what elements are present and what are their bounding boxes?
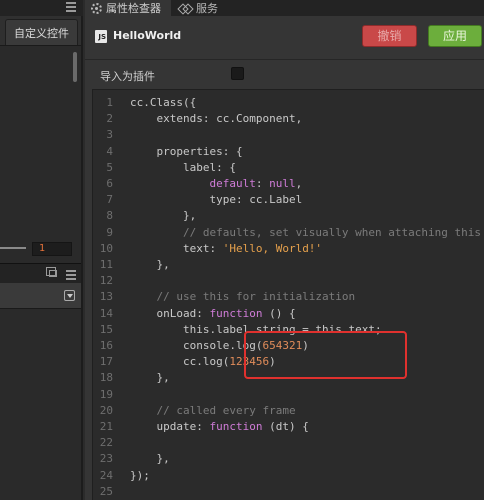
tab-services-label: 服务 (196, 2, 218, 15)
code-line[interactable]: 21 update: function (dt) { (93, 419, 484, 435)
line-number: 8 (106, 209, 113, 223)
code-line[interactable]: 1 cc.Class({ (93, 95, 484, 111)
number-field[interactable]: 1 (32, 242, 72, 256)
code-text: extends: cc.Component, (130, 112, 303, 126)
code-line[interactable]: 6 default: null, (93, 176, 484, 192)
code-text: properties: { (130, 144, 243, 158)
highlight-annotation-box (244, 331, 407, 379)
import-plugin-checkbox[interactable] (231, 67, 244, 80)
left-panel: 自定义控件 1 (0, 0, 83, 500)
line-number: 3 (106, 128, 113, 142)
tab-services[interactable]: 服务 (173, 0, 233, 16)
code-line[interactable]: 10 text: 'Hello, World!' (93, 241, 484, 257)
code-line[interactable]: 4 properties: { (93, 144, 484, 160)
code-line[interactable]: 8 }, (93, 208, 484, 224)
import-plugin-row: 导入为插件 (85, 61, 484, 89)
code-text: default: null, (209, 177, 303, 190)
left-panel-content (0, 45, 81, 263)
tab-inspector[interactable]: 属性检查器 (85, 0, 171, 16)
code-line[interactable]: 3 (93, 127, 484, 143)
code-line[interactable]: 20 // called every frame (93, 403, 484, 419)
code-line[interactable]: 2 extends: cc.Component, (93, 111, 484, 127)
code-text: cc.Class({ (130, 96, 197, 109)
code-line[interactable]: 24}); (93, 468, 484, 484)
line-number: 13 (99, 290, 113, 304)
code-text: // defaults, set visually when attaching… (182, 225, 481, 239)
code-text: }); (130, 468, 150, 482)
code-line[interactable]: 19 (93, 387, 484, 403)
line-number: 1 (106, 96, 113, 109)
dropdown-icon[interactable] (64, 290, 75, 301)
line-number: 23 (99, 452, 113, 466)
code-line[interactable]: 9 // defaults, set visually when attachi… (93, 225, 484, 241)
inspector-panel: 属性检查器 服务 JS HelloWorld 撤销 应用 导入为插件 1 cc.C… (85, 0, 484, 500)
code-text: text: 'Hello, World!' (130, 241, 323, 255)
import-plugin-label: 导入为插件 (100, 70, 155, 83)
code-text: update: function (dt) { (130, 420, 309, 433)
line-number: 22 (99, 436, 113, 450)
line-number: 25 (99, 484, 113, 498)
js-file-icon: JS (95, 30, 107, 43)
code-text: }, (130, 258, 170, 271)
line-number: 10 (99, 241, 113, 255)
code-text: onLoad: function () { (130, 306, 296, 320)
float-window-icon[interactable] (46, 267, 57, 277)
code-line[interactable]: 14 onLoad: function () { (93, 306, 484, 322)
code-line[interactable]: 7 type: cc.Label (93, 192, 484, 208)
code-text: }, (130, 452, 170, 466)
line-number: 2 (106, 112, 113, 126)
code-text: }, (130, 371, 170, 385)
scrollbar-thumb[interactable] (73, 52, 77, 82)
tab-custom-controls[interactable]: 自定义控件 (5, 19, 78, 45)
code-line[interactable]: 23 }, (93, 451, 484, 467)
panel-menu-icon[interactable] (66, 2, 76, 14)
code-line[interactable]: 12 (93, 273, 484, 289)
lower-panel-menu-icon[interactable] (66, 270, 76, 282)
line-number: 21 (99, 420, 113, 433)
line-number: 16 (99, 339, 113, 352)
inspector-header: JS HelloWorld 撤销 应用 (85, 16, 484, 60)
line-number: 14 (99, 306, 113, 320)
code-text: // use this for initialization (130, 290, 356, 304)
code-text: type: cc.Label (130, 193, 303, 207)
code-text: }, (130, 209, 197, 223)
line-number: 4 (106, 144, 113, 158)
apply-button[interactable]: 应用 (428, 25, 482, 47)
slider-track[interactable] (0, 247, 26, 249)
code-line[interactable]: 11 }, (93, 257, 484, 273)
line-number: 6 (106, 177, 113, 190)
lower-panel-content (0, 309, 81, 500)
code-text: // called every frame (130, 403, 296, 417)
line-number: 7 (106, 193, 113, 207)
line-number: 5 (106, 160, 113, 174)
code-line[interactable]: 13 // use this for initialization (93, 289, 484, 305)
line-number: 11 (99, 258, 113, 271)
panel-tabbar: 属性检查器 服务 (85, 0, 484, 16)
code-line[interactable]: 22 (93, 435, 484, 451)
code-text: label: { (130, 160, 236, 174)
script-file-name: HelloWorld (113, 29, 182, 42)
line-number: 19 (99, 387, 113, 401)
line-number: 12 (99, 274, 113, 288)
services-icon (179, 4, 192, 13)
code-line[interactable]: 5 label: { (93, 160, 484, 176)
line-number: 20 (99, 403, 113, 417)
line-number: 17 (99, 355, 113, 369)
revert-button[interactable]: 撤销 (362, 25, 417, 47)
line-number: 15 (99, 322, 113, 336)
line-number: 9 (106, 225, 113, 239)
line-number: 18 (99, 371, 113, 385)
gear-icon (91, 2, 102, 14)
code-line[interactable]: 25 (93, 484, 484, 500)
tab-inspector-label: 属性检查器 (106, 2, 161, 15)
line-number: 24 (99, 468, 113, 482)
code-editor[interactable]: 1 cc.Class({2 extends: cc.Component, 3 4 pr… (92, 89, 484, 500)
